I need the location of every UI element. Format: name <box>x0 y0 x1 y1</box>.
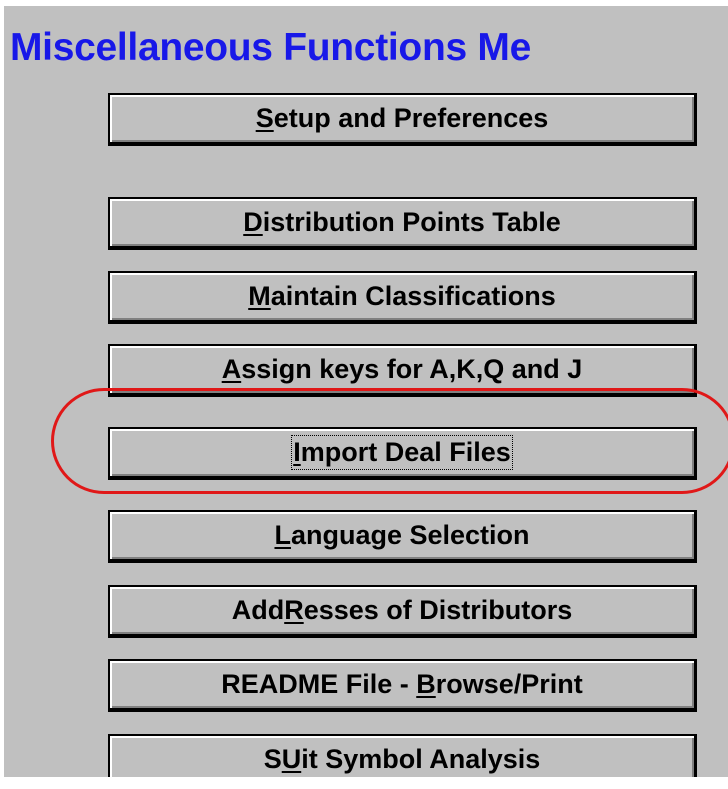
button-label: SUit Symbol Analysis <box>263 744 541 774</box>
import-deal-files-button[interactable]: Import Deal Files <box>108 427 697 480</box>
maintain-classifications-button[interactable]: Maintain Classifications <box>108 271 697 324</box>
button-label: AddResses of Distributors <box>231 595 573 625</box>
language-selection-button[interactable]: Language Selection <box>108 510 697 563</box>
readme-browse-print-button[interactable]: README File - Browse/Print <box>108 659 697 712</box>
button-label: README File - Browse/Print <box>221 669 583 699</box>
button-label: Assign keys for A,K,Q and J <box>221 354 583 384</box>
distribution-points-table-button[interactable]: Distribution Points Table <box>108 197 697 250</box>
suit-symbol-analysis-button[interactable]: SUit Symbol Analysis <box>108 734 697 777</box>
button-label: Import Deal Files <box>291 435 513 470</box>
misc-functions-panel: Miscellaneous Functions Me Setup and Pre… <box>4 6 728 777</box>
button-label: Setup and Preferences <box>255 103 549 133</box>
setup-preferences-button[interactable]: Setup and Preferences <box>108 93 697 146</box>
assign-keys-button[interactable]: Assign keys for A,K,Q and J <box>108 344 697 397</box>
button-label: Language Selection <box>274 520 530 550</box>
addresses-of-distributors-button[interactable]: AddResses of Distributors <box>108 585 697 638</box>
menu-title: Miscellaneous Functions Me <box>10 26 531 69</box>
button-label: Distribution Points Table <box>243 207 561 237</box>
button-label: Maintain Classifications <box>248 281 556 311</box>
